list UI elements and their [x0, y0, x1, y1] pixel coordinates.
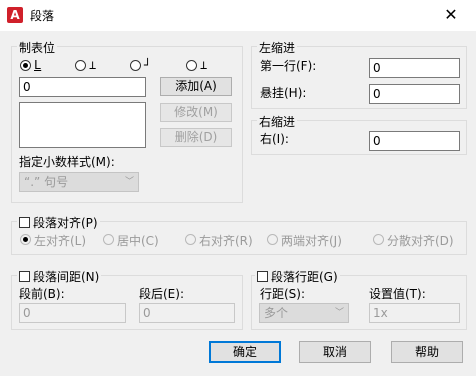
set-value-input[interactable]: 1x — [369, 303, 460, 323]
align-center-radio[interactable] — [103, 234, 114, 245]
line-spacing-checkbox[interactable] — [257, 271, 268, 282]
tab-stops-list[interactable] — [19, 102, 146, 148]
cancel-button[interactable]: 取消 — [299, 341, 371, 363]
line-spacing-header: 段落行距(G) — [255, 268, 340, 285]
spacing-header: 段落间距(N) — [17, 268, 102, 285]
tab-center-icon: ⊥ — [89, 58, 97, 72]
tab-left-radio[interactable] — [20, 60, 31, 71]
decimal-style-value: “.” 句号 — [24, 175, 69, 189]
tab-decimal-icon: ⊥ — [200, 58, 208, 72]
right-indent-title: 右缩进 — [257, 113, 298, 130]
tab-decimal-radio[interactable] — [186, 60, 197, 71]
tabs-group-title: 制表位 — [17, 39, 58, 56]
spacing-checkbox-label: 段落间距(N) — [33, 270, 100, 284]
align-center-label: 居中(C) — [117, 234, 159, 248]
line-spacing-select[interactable]: 多个 ﹀ — [259, 303, 349, 323]
window-title: 段落 — [30, 9, 55, 23]
before-label: 段前(B): — [19, 287, 65, 301]
tab-left-icon: L — [34, 58, 42, 72]
line-spacing-value: 多个 — [264, 306, 289, 320]
decimal-style-label: 指定小数样式(M): — [19, 155, 115, 169]
title-bar — [0, 0, 476, 31]
before-input[interactable]: 0 — [19, 303, 126, 323]
alignment-checkbox-label: 段落对齐(P) — [33, 216, 98, 230]
first-line-input[interactable]: 0 — [369, 58, 460, 78]
spacing-checkbox[interactable] — [19, 271, 30, 282]
right-input[interactable]: 0 — [369, 131, 460, 151]
align-distribute-radio[interactable] — [373, 234, 384, 245]
align-left-label: 左对齐(L) — [34, 234, 87, 248]
set-value-label: 设置值(T): — [369, 287, 426, 301]
tab-position-input[interactable]: 0 — [19, 77, 146, 97]
ok-button[interactable]: 确定 — [209, 341, 281, 363]
align-distribute-label: 分散对齐(D) — [387, 234, 454, 248]
delete-button[interactable]: 删除(D) — [160, 128, 232, 147]
tab-right-radio[interactable] — [130, 60, 141, 71]
close-icon[interactable]: ✕ — [440, 6, 462, 24]
tab-center-radio[interactable] — [75, 60, 86, 71]
line-spacing-label: 行距(S): — [260, 287, 306, 301]
align-justify-radio[interactable] — [267, 234, 278, 245]
align-left-radio[interactable] — [20, 234, 31, 245]
align-right-label: 右对齐(R) — [199, 234, 253, 248]
tab-right-icon: ┘ — [144, 58, 152, 72]
add-button[interactable]: 添加(A) — [160, 77, 232, 96]
help-button[interactable]: 帮助 — [391, 341, 463, 363]
line-spacing-checkbox-label: 段落行距(G) — [271, 270, 338, 284]
hanging-label: 悬挂(H): — [260, 86, 307, 100]
left-indent-title: 左缩进 — [257, 39, 298, 56]
right-label: 右(I): — [260, 132, 289, 146]
align-right-radio[interactable] — [185, 234, 196, 245]
align-justify-label: 两端对齐(J) — [281, 234, 342, 248]
after-input[interactable]: 0 — [139, 303, 235, 323]
modify-button[interactable]: 修改(M) — [160, 103, 232, 122]
decimal-style-select[interactable]: “.” 句号 ﹀ — [19, 172, 139, 192]
alignment-header: 段落对齐(P) — [17, 214, 100, 231]
first-line-label: 第一行(F): — [260, 59, 317, 73]
alignment-checkbox[interactable] — [19, 217, 30, 228]
chevron-down-icon: ﹀ — [124, 177, 134, 187]
after-label: 段后(E): — [139, 287, 184, 301]
autocad-app-icon: A — [7, 7, 23, 23]
hanging-input[interactable]: 0 — [369, 84, 460, 104]
chevron-down-icon: ﹀ — [334, 308, 344, 318]
